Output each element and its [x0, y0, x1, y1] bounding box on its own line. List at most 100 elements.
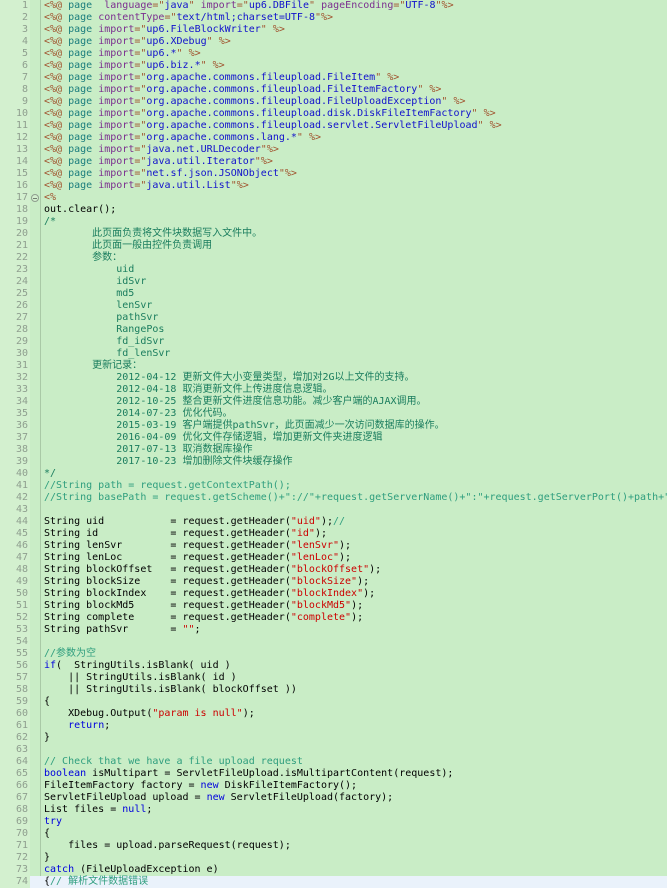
code-line[interactable]: 44 String uid = request.getHeader("uid");…	[0, 516, 667, 528]
line-content: try	[44, 816, 62, 828]
code-line[interactable]: 16 <%@ page import="java.util.List"%>	[0, 180, 667, 192]
code-line[interactable]: 22 参数：	[0, 252, 667, 264]
code-line[interactable]: 47 String lenLoc = request.getHeader("len…	[0, 552, 667, 564]
code-line[interactable]: 7 <%@ page import="org.apache.commons.fil…	[0, 72, 667, 84]
code-line[interactable]: 17 <%	[0, 192, 667, 204]
code-line[interactable]: 69 try	[0, 816, 667, 828]
code-line[interactable]: 68 List files = null;	[0, 804, 667, 816]
line-number: 20	[0, 228, 30, 240]
code-line[interactable]: 18 out.clear();	[0, 204, 667, 216]
code-line[interactable]: 38 2017-07-13 取消数据库操作	[0, 444, 667, 456]
code-line[interactable]: 59 {	[0, 696, 667, 708]
code-line[interactable]: 6 <%@ page import="up6.biz.*" %>	[0, 60, 667, 72]
line-content: //参数为空	[44, 648, 96, 660]
code-line[interactable]: 66 FileItemFactory factory = new DiskFile…	[0, 780, 667, 792]
code-line[interactable]: 37 2016-04-09 优化文件存储逻辑，增加更新文件夹进度逻辑	[0, 432, 667, 444]
code-line[interactable]: 33 2012-04-18 取消更新文件上传进度信息逻辑。	[0, 384, 667, 396]
code-line[interactable]: 31 更新记录：	[0, 360, 667, 372]
code-line[interactable]: 24 idSvr	[0, 276, 667, 288]
code-line[interactable]: 19 /*	[0, 216, 667, 228]
code-line[interactable]: 11 <%@ page import="org.apache.commons.fi…	[0, 120, 667, 132]
token: %>	[188, 48, 201, 59]
code-line[interactable]: 52 String complete = request.getHeader("c…	[0, 612, 667, 624]
code-line[interactable]: 45 String id = request.getHeader("id");	[0, 528, 667, 540]
code-line[interactable]: 21 此页面一般由控件负责调用	[0, 240, 667, 252]
code-line[interactable]: 48 String blockOffset = request.getHeader…	[0, 564, 667, 576]
code-line[interactable]: 28 RangePos	[0, 324, 667, 336]
token: org.apache.commons.fileupload.FileUpload…	[146, 96, 442, 107]
code-line[interactable]: 29 fd_idSvr	[0, 336, 667, 348]
code-line[interactable]: 36 2015-03-19 客户端提供pathSvr，此页面减少一次访问数据库的…	[0, 420, 667, 432]
token: import	[98, 96, 135, 107]
code-line[interactable]: 35 2014-07-23 优化代码。	[0, 408, 667, 420]
line-content: return;	[44, 720, 110, 732]
code-line[interactable]: 41 //String path = request.getContextPath…	[0, 480, 667, 492]
code-line[interactable]: 61 return;	[0, 720, 667, 732]
code-line[interactable]: 14 <%@ page import="java.util.Iterator"%>	[0, 156, 667, 168]
code-line[interactable]: 3 <%@ page import="up6.FileBlockWriter" %…	[0, 24, 667, 36]
code-line[interactable]: 20 此页面负责将文件块数据写入文件中。	[0, 228, 667, 240]
code-line[interactable]: 63	[0, 744, 667, 756]
code-line[interactable]: 1 <%@ page language="java" import="up6.DB…	[0, 0, 667, 12]
code-line[interactable]: 72}	[0, 852, 667, 864]
token: text/html;charset=UTF-8	[176, 12, 315, 23]
token: */	[44, 468, 57, 479]
code-line[interactable]: 65 boolean isMultipart = ServletFileUploa…	[0, 768, 667, 780]
line-number: 51	[0, 600, 30, 612]
code-line[interactable]: 64 // Check that we have a file upload re…	[0, 756, 667, 768]
line-number: 7	[0, 72, 30, 84]
code-line[interactable]: 42 //String basePath = request.getScheme(…	[0, 492, 667, 504]
token: %>	[483, 108, 496, 119]
code-line[interactable]: 26 lenSvr	[0, 300, 667, 312]
code-line[interactable]: 57 || StringUtils.isBlank( id )	[0, 672, 667, 684]
token: import	[98, 48, 135, 59]
code-line[interactable]: 39 2017-10-23 增加删除文件块缓存操作	[0, 456, 667, 468]
code-line[interactable]: 55 //参数为空	[0, 648, 667, 660]
code-line[interactable]: 23 uid	[0, 264, 667, 276]
code-line[interactable]: 12 <%@ page import="org.apache.commons.la…	[0, 132, 667, 144]
code-line[interactable]: 71 files = upload.parseRequest(request);	[0, 840, 667, 852]
code-editor[interactable]: 1 <%@ page language="java" import="up6.DB…	[0, 0, 667, 888]
code-line[interactable]: 32 2012-04-12 更新文件大小变量类型，增加对2G以上文件的支持。	[0, 372, 667, 384]
code-line[interactable]: 9 <%@ page import="org.apache.commons.fil…	[0, 96, 667, 108]
line-content: <%@ page import="net.sf.json.JSONObject"…	[44, 168, 297, 180]
code-line[interactable]: 5 <%@ page import="up6.*" %>	[0, 48, 667, 60]
line-number: 57	[0, 672, 30, 684]
code-line[interactable]: 10 <%@ page import="org.apache.commons.fi…	[0, 108, 667, 120]
code-line[interactable]: 34 2012-10-25 整合更新文件进度信息功能。减少客户端的AJAX调用。	[0, 396, 667, 408]
code-line[interactable]: 54	[0, 636, 667, 648]
code-line[interactable]: 46 String lenSvr = request.getHeader("len…	[0, 540, 667, 552]
code-line[interactable]: 25 md5	[0, 288, 667, 300]
token: import	[98, 24, 135, 35]
code-line[interactable]: 43	[0, 504, 667, 516]
code-line[interactable]: 8 <%@ page import="org.apache.commons.fil…	[0, 84, 667, 96]
code-line[interactable]: 15 <%@ page import="net.sf.json.JSONObjec…	[0, 168, 667, 180]
code-line[interactable]: 70 {	[0, 828, 667, 840]
code-line[interactable]: 67 ServletFileUpload upload = new Servlet…	[0, 792, 667, 804]
code-line[interactable]: 58 || StringUtils.isBlank( blockOffset )…	[0, 684, 667, 696]
line-number: 18	[0, 204, 30, 216]
code-line[interactable]: 4 <%@ page import="up6.XDebug" %>	[0, 36, 667, 48]
code-line[interactable]: 13 <%@ page import="java.net.URLDecoder"%…	[0, 144, 667, 156]
code-line[interactable]: 62}	[0, 732, 667, 744]
fold-collapse-icon[interactable]	[31, 194, 39, 202]
token: %>	[284, 168, 297, 179]
code-line[interactable]: 53 String pathSvr = "";	[0, 624, 667, 636]
line-number: 16	[0, 180, 30, 192]
line-number: 45	[0, 528, 30, 540]
code-line[interactable]: 2 <%@ page contentType="text/html;charset…	[0, 12, 667, 24]
code-line[interactable]: 74 {// 解析文件数据错误	[0, 876, 667, 888]
code-line[interactable]: 73 catch (FileUploadException e)	[0, 864, 667, 876]
code-line[interactable]: 60 XDebug.Output("param is null");	[0, 708, 667, 720]
code-line[interactable]: 51 String blockMd5 = request.getHeader("b…	[0, 600, 667, 612]
token: <%@	[44, 144, 63, 155]
code-line[interactable]: 30 fd_lenSvr	[0, 348, 667, 360]
code-line[interactable]: 49 String blockSize = request.getHeader("…	[0, 576, 667, 588]
code-line[interactable]: 40 */	[0, 468, 667, 480]
line-number: 68	[0, 804, 30, 816]
code-line[interactable]: 56 if( StringUtils.isBlank( uid )	[0, 660, 667, 672]
token: 2017-07-13 取消数据库操作	[44, 444, 253, 455]
code-line[interactable]: 50 String blockIndex = request.getHeader(…	[0, 588, 667, 600]
code-line[interactable]: 27 pathSvr	[0, 312, 667, 324]
